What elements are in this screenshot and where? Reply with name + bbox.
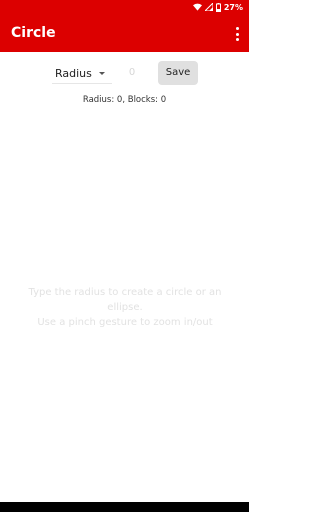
shape-mode-dropdown[interactable]: Radius (52, 62, 112, 84)
canvas-hint: Type the radius to create a circle or an… (20, 285, 230, 330)
status-bar: 27% (0, 0, 249, 14)
overflow-menu-icon[interactable] (233, 27, 241, 41)
dropdown-underline (52, 83, 112, 84)
wifi-icon (192, 3, 202, 11)
save-button[interactable]: Save (158, 61, 198, 85)
shape-mode-value: Radius (55, 67, 92, 80)
hint-line-1: Type the radius to create a circle or an… (28, 287, 222, 313)
dropdown-arrow-icon (99, 72, 105, 75)
cellular-signal-icon (204, 3, 213, 11)
radius-input[interactable]: 0 (120, 62, 144, 84)
radius-blocks-info: Radius: 0, Blocks: 0 (82, 95, 167, 105)
battery-icon (215, 2, 221, 12)
app-bar: 27% Circle (0, 0, 249, 52)
hint-line-2: Use a pinch gesture to zoom in/out (37, 317, 213, 328)
battery-percent: 27% (223, 2, 243, 12)
navigation-bar (0, 502, 249, 512)
app-title: Circle (11, 25, 56, 41)
